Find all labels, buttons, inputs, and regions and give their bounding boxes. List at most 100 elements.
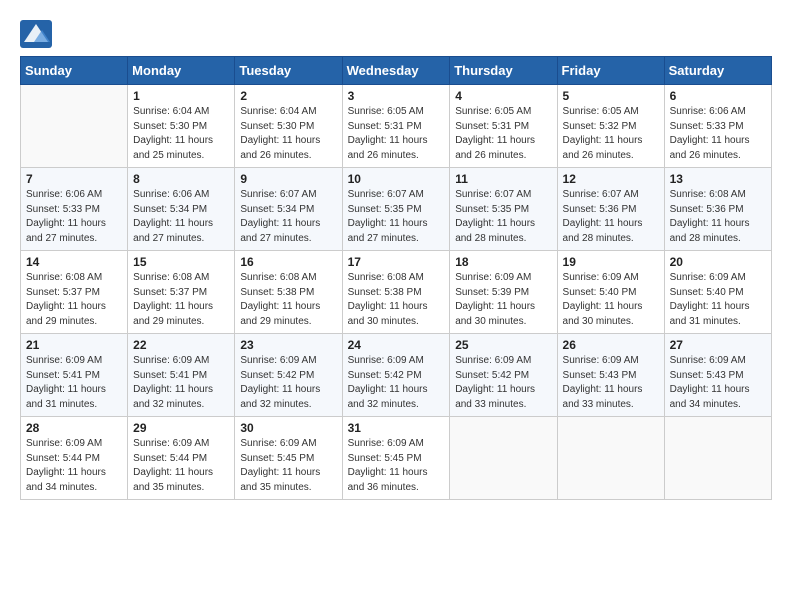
day-info: Sunrise: 6:06 AMSunset: 5:33 PMDaylight:…	[670, 105, 766, 163]
calendar-day-26: 26 Sunrise: 6:09 AMSunset: 5:43 PMDayligh…	[557, 334, 664, 417]
day-info: Sunrise: 6:09 AMSunset: 5:41 PMDaylight:…	[133, 354, 229, 412]
day-number: 30	[240, 421, 336, 435]
day-info: Sunrise: 6:09 AMSunset: 5:43 PMDaylight:…	[563, 354, 659, 412]
calendar-empty-cell	[21, 85, 128, 168]
calendar-day-13: 13 Sunrise: 6:08 AMSunset: 5:36 PMDayligh…	[664, 168, 771, 251]
day-info: Sunrise: 6:08 AMSunset: 5:37 PMDaylight:…	[133, 271, 229, 329]
weekday-header-saturday: Saturday	[664, 57, 771, 85]
day-info: Sunrise: 6:09 AMSunset: 5:42 PMDaylight:…	[240, 354, 336, 412]
day-number: 23	[240, 338, 336, 352]
calendar-week-row: 14 Sunrise: 6:08 AMSunset: 5:37 PMDayligh…	[21, 251, 772, 334]
weekday-header-thursday: Thursday	[450, 57, 557, 85]
calendar-day-10: 10 Sunrise: 6:07 AMSunset: 5:35 PMDayligh…	[342, 168, 450, 251]
day-info: Sunrise: 6:09 AMSunset: 5:45 PMDaylight:…	[240, 437, 336, 495]
day-info: Sunrise: 6:04 AMSunset: 5:30 PMDaylight:…	[240, 105, 336, 163]
day-number: 14	[26, 255, 122, 269]
day-info: Sunrise: 6:05 AMSunset: 5:32 PMDaylight:…	[563, 105, 659, 163]
day-number: 12	[563, 172, 659, 186]
calendar-day-8: 8Sunrise: 6:06 AMSunset: 5:34 PMDaylight…	[128, 168, 235, 251]
day-info: Sunrise: 6:09 AMSunset: 5:40 PMDaylight:…	[563, 271, 659, 329]
calendar-day-24: 24 Sunrise: 6:09 AMSunset: 5:42 PMDayligh…	[342, 334, 450, 417]
calendar-week-row: 1 Sunrise: 6:04 AMSunset: 5:30 PMDaylight…	[21, 85, 772, 168]
page-header	[20, 20, 772, 48]
day-info: Sunrise: 6:09 AMSunset: 5:44 PMDaylight:…	[133, 437, 229, 495]
weekday-header-sunday: Sunday	[21, 57, 128, 85]
day-info: Sunrise: 6:09 AMSunset: 5:43 PMDaylight:…	[670, 354, 766, 412]
weekday-header-friday: Friday	[557, 57, 664, 85]
day-info: Sunrise: 6:05 AMSunset: 5:31 PMDaylight:…	[348, 105, 445, 163]
calendar-day-9: 9 Sunrise: 6:07 AMSunset: 5:34 PMDaylight…	[235, 168, 342, 251]
day-number: 10	[348, 172, 445, 186]
day-info: Sunrise: 6:04 AMSunset: 5:30 PMDaylight:…	[133, 105, 229, 163]
calendar-day-17: 17 Sunrise: 6:08 AMSunset: 5:38 PMDayligh…	[342, 251, 450, 334]
calendar-week-row: 7 Sunrise: 6:06 AMSunset: 5:33 PMDaylight…	[21, 168, 772, 251]
calendar-day-18: 18 Sunrise: 6:09 AMSunset: 5:39 PMDayligh…	[450, 251, 557, 334]
day-info: Sunrise: 6:09 AMSunset: 5:40 PMDaylight:…	[670, 271, 766, 329]
day-number: 31	[348, 421, 445, 435]
weekday-header-monday: Monday	[128, 57, 235, 85]
day-number: 2	[240, 89, 336, 103]
day-info: Sunrise: 6:08 AMSunset: 5:36 PMDaylight:…	[670, 188, 766, 246]
calendar-day-3: 3 Sunrise: 6:05 AMSunset: 5:31 PMDaylight…	[342, 85, 450, 168]
calendar-day-6: 6Sunrise: 6:06 AMSunset: 5:33 PMDaylight…	[664, 85, 771, 168]
day-info: Sunrise: 6:07 AMSunset: 5:35 PMDaylight:…	[348, 188, 445, 246]
calendar-table: SundayMondayTuesdayWednesdayThursdayFrid…	[20, 56, 772, 500]
day-number: 9	[240, 172, 336, 186]
calendar-day-2: 2 Sunrise: 6:04 AMSunset: 5:30 PMDaylight…	[235, 85, 342, 168]
day-number: 22	[133, 338, 229, 352]
day-number: 24	[348, 338, 445, 352]
calendar-day-15: 15 Sunrise: 6:08 AMSunset: 5:37 PMDayligh…	[128, 251, 235, 334]
calendar-day-20: 20 Sunrise: 6:09 AMSunset: 5:40 PMDayligh…	[664, 251, 771, 334]
calendar-day-28: 28 Sunrise: 6:09 AMSunset: 5:44 PMDayligh…	[21, 417, 128, 500]
day-number: 19	[563, 255, 659, 269]
day-info: Sunrise: 6:07 AMSunset: 5:36 PMDaylight:…	[563, 188, 659, 246]
weekday-header-row: SundayMondayTuesdayWednesdayThursdayFrid…	[21, 57, 772, 85]
calendar-day-4: 4 Sunrise: 6:05 AMSunset: 5:31 PMDaylight…	[450, 85, 557, 168]
day-info: Sunrise: 6:09 AMSunset: 5:42 PMDaylight:…	[348, 354, 445, 412]
day-number: 28	[26, 421, 122, 435]
calendar-day-21: 21Sunrise: 6:09 AMSunset: 5:41 PMDayligh…	[21, 334, 128, 417]
day-number: 5	[563, 89, 659, 103]
day-info: Sunrise: 6:05 AMSunset: 5:31 PMDaylight:…	[455, 105, 551, 163]
day-number: 1	[133, 89, 229, 103]
calendar-day-27: 27 Sunrise: 6:09 AMSunset: 5:43 PMDayligh…	[664, 334, 771, 417]
day-number: 15	[133, 255, 229, 269]
calendar-day-19: 19 Sunrise: 6:09 AMSunset: 5:40 PMDayligh…	[557, 251, 664, 334]
day-number: 20	[670, 255, 766, 269]
logo	[20, 20, 56, 48]
day-info: Sunrise: 6:09 AMSunset: 5:44 PMDaylight:…	[26, 437, 122, 495]
day-number: 27	[670, 338, 766, 352]
calendar-day-29: 29 Sunrise: 6:09 AMSunset: 5:44 PMDayligh…	[128, 417, 235, 500]
day-info: Sunrise: 6:08 AMSunset: 5:38 PMDaylight:…	[348, 271, 445, 329]
day-number: 29	[133, 421, 229, 435]
day-number: 13	[670, 172, 766, 186]
day-info: Sunrise: 6:08 AMSunset: 5:37 PMDaylight:…	[26, 271, 122, 329]
day-number: 18	[455, 255, 551, 269]
calendar-empty-cell	[450, 417, 557, 500]
calendar-day-11: 11Sunrise: 6:07 AMSunset: 5:35 PMDayligh…	[450, 168, 557, 251]
day-number: 26	[563, 338, 659, 352]
day-number: 4	[455, 89, 551, 103]
day-number: 17	[348, 255, 445, 269]
calendar-day-31: 31Sunrise: 6:09 AMSunset: 5:45 PMDayligh…	[342, 417, 450, 500]
calendar-week-row: 21Sunrise: 6:09 AMSunset: 5:41 PMDayligh…	[21, 334, 772, 417]
day-number: 3	[348, 89, 445, 103]
calendar-day-12: 12 Sunrise: 6:07 AMSunset: 5:36 PMDayligh…	[557, 168, 664, 251]
weekday-header-tuesday: Tuesday	[235, 57, 342, 85]
day-number: 25	[455, 338, 551, 352]
day-info: Sunrise: 6:09 AMSunset: 5:39 PMDaylight:…	[455, 271, 551, 329]
calendar-day-1: 1 Sunrise: 6:04 AMSunset: 5:30 PMDaylight…	[128, 85, 235, 168]
day-info: Sunrise: 6:07 AMSunset: 5:34 PMDaylight:…	[240, 188, 336, 246]
day-info: Sunrise: 6:09 AMSunset: 5:41 PMDaylight:…	[26, 354, 122, 412]
day-info: Sunrise: 6:08 AMSunset: 5:38 PMDaylight:…	[240, 271, 336, 329]
calendar-day-14: 14 Sunrise: 6:08 AMSunset: 5:37 PMDayligh…	[21, 251, 128, 334]
calendar-day-16: 16 Sunrise: 6:08 AMSunset: 5:38 PMDayligh…	[235, 251, 342, 334]
day-info: Sunrise: 6:06 AMSunset: 5:33 PMDaylight:…	[26, 188, 122, 246]
day-number: 7	[26, 172, 122, 186]
day-number: 16	[240, 255, 336, 269]
calendar-week-row: 28 Sunrise: 6:09 AMSunset: 5:44 PMDayligh…	[21, 417, 772, 500]
day-info: Sunrise: 6:07 AMSunset: 5:35 PMDaylight:…	[455, 188, 551, 246]
calendar-day-30: 30 Sunrise: 6:09 AMSunset: 5:45 PMDayligh…	[235, 417, 342, 500]
weekday-header-wednesday: Wednesday	[342, 57, 450, 85]
day-info: Sunrise: 6:06 AMSunset: 5:34 PMDaylight:…	[133, 188, 229, 246]
